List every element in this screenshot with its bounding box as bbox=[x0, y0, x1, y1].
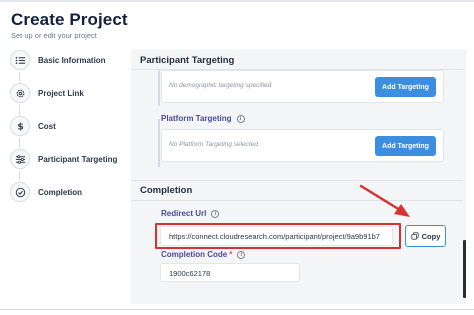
window-bottom-border bbox=[0, 309, 474, 315]
targeting-rail bbox=[158, 70, 160, 106]
info-icon[interactable]: i bbox=[211, 209, 220, 218]
step-label: Participant Targeting bbox=[38, 154, 118, 164]
copy-icon bbox=[411, 232, 419, 240]
step-completion[interactable]: Completion bbox=[10, 181, 135, 203]
gear-icon bbox=[10, 83, 30, 103]
add-platform-targeting-button[interactable]: Add Targeting bbox=[375, 136, 436, 156]
scrollbar-thumb[interactable] bbox=[463, 240, 466, 298]
step-project-link[interactable]: Project Link bbox=[10, 82, 135, 104]
step-label: Cost bbox=[38, 121, 56, 131]
section-divider bbox=[131, 180, 464, 181]
sliders-icon bbox=[10, 149, 30, 169]
step-connector bbox=[19, 105, 20, 115]
redirect-url-label-text: Redirect Url bbox=[161, 209, 207, 218]
step-label: Completion bbox=[38, 187, 82, 197]
copy-button-label: Copy bbox=[421, 231, 441, 241]
page-title: Create Project bbox=[11, 10, 128, 29]
redirect-url-label: Redirect Url i bbox=[161, 209, 220, 218]
window-top-border bbox=[0, 0, 474, 2]
info-icon[interactable]: i bbox=[236, 114, 245, 123]
svg-text:$: $ bbox=[17, 121, 23, 131]
completion-heading: Completion bbox=[140, 185, 193, 196]
section-divider bbox=[131, 200, 464, 201]
check-circle-icon bbox=[10, 182, 30, 202]
participant-targeting-heading: Participant Targeting bbox=[140, 55, 235, 66]
step-participant-targeting[interactable]: Participant Targeting bbox=[10, 148, 135, 170]
platform-targeting-label: Platform Targeting i bbox=[161, 114, 245, 123]
page-subtitle: Set up or edit your project bbox=[11, 31, 97, 40]
info-icon[interactable]: i bbox=[237, 250, 246, 259]
completion-code-label: Completion Code * i bbox=[161, 250, 246, 259]
copy-button[interactable]: Copy bbox=[405, 225, 446, 247]
dollar-icon: $ bbox=[10, 116, 30, 136]
list-icon bbox=[10, 50, 30, 70]
completion-code-field[interactable]: 1900c62178 bbox=[160, 263, 300, 282]
platform-targeting-label-text: Platform Targeting bbox=[161, 114, 232, 123]
demographic-empty-text: No demographic targeting specified bbox=[169, 82, 272, 89]
step-connector bbox=[19, 138, 20, 148]
redirect-url-highlight-annotation bbox=[155, 223, 401, 249]
required-marker: * bbox=[229, 250, 233, 259]
step-cost[interactable]: $ Cost bbox=[10, 115, 135, 137]
step-connector bbox=[19, 171, 20, 181]
step-basic-information[interactable]: Basic Information bbox=[10, 49, 135, 71]
step-label: Project Link bbox=[38, 88, 84, 98]
targeting-rail bbox=[158, 119, 160, 167]
completion-code-label-text: Completion Code bbox=[161, 250, 228, 259]
demographic-targeting-box: No demographic targeting specified Add T… bbox=[161, 70, 444, 103]
project-form-panel: Participant Targeting No demographic tar… bbox=[131, 49, 464, 304]
step-label: Basic Information bbox=[38, 55, 106, 65]
add-demographic-targeting-button[interactable]: Add Targeting bbox=[375, 77, 436, 97]
platform-empty-text: No Platform Targeting selected bbox=[169, 141, 259, 148]
step-connector bbox=[19, 72, 20, 82]
platform-targeting-box: No Platform Targeting selected Add Targe… bbox=[161, 129, 444, 162]
